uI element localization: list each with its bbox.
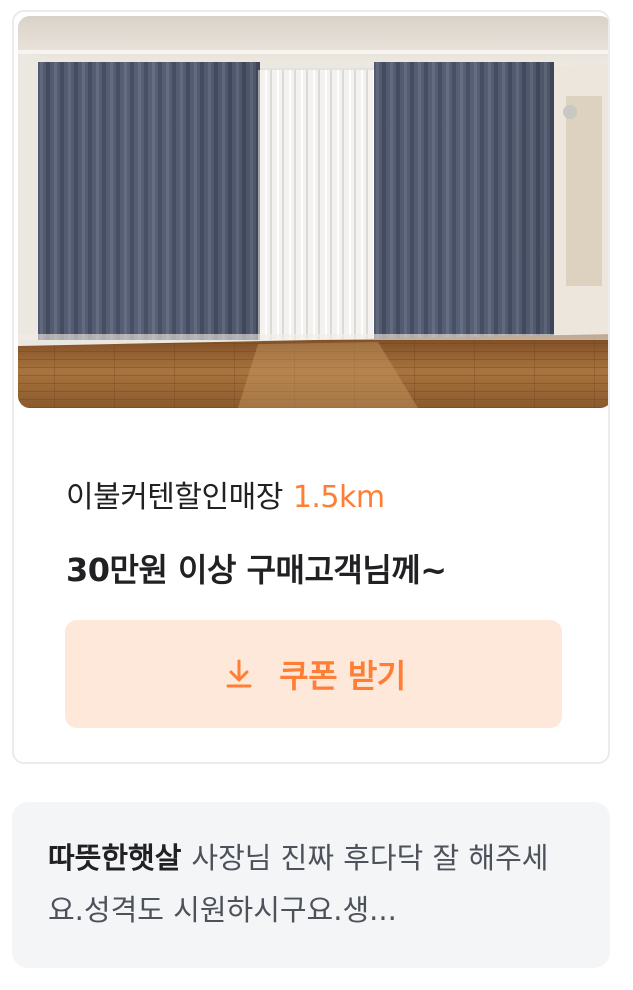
get-coupon-label: 쿠폰 받기	[279, 657, 406, 695]
download-icon	[221, 656, 257, 692]
store-photo	[18, 16, 608, 408]
review-author: 따뜻한햇살	[48, 841, 182, 875]
get-coupon-button[interactable]: 쿠폰 받기	[65, 620, 562, 728]
offer-title: 30만원 이상 구매고객님께~	[66, 551, 447, 589]
store-coupon-card[interactable]: 이불커텐할인매장 1.5km 30만원 이상 구매고객님께~ 쿠폰 받기	[12, 10, 610, 764]
review-card[interactable]: 따뜻한햇살 사장님 진짜 후다닥 잘 해주세요.성격도 시원하시구요.생...	[12, 802, 610, 968]
store-info-line: 이불커텐할인매장 1.5km	[66, 478, 385, 518]
store-distance: 1.5km	[292, 480, 385, 515]
review-body: 따뜻한햇살 사장님 진짜 후다닥 잘 해주세요.성격도 시원하시구요.생...	[48, 832, 572, 936]
store-name: 이불커텐할인매장	[66, 480, 283, 515]
